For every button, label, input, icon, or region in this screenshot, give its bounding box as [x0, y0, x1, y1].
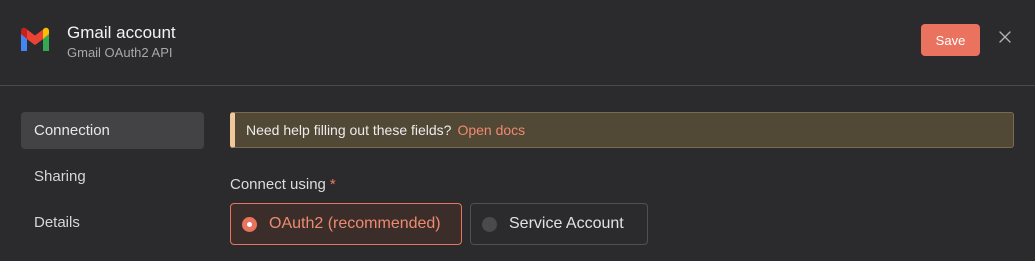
open-docs-link[interactable]: Open docs: [457, 122, 525, 138]
help-notice-text: Need help filling out these fields?: [246, 122, 452, 138]
credential-type: Gmail OAuth2 API: [67, 45, 173, 60]
save-button[interactable]: Save: [921, 24, 980, 56]
option-oauth2[interactable]: OAuth2 (recommended): [230, 203, 462, 245]
radio-selected-icon: [242, 216, 257, 232]
credential-title[interactable]: Gmail account: [67, 23, 176, 43]
close-icon: [999, 31, 1011, 43]
option-oauth2-label: OAuth2 (recommended): [269, 215, 441, 232]
sidebar-item-connection[interactable]: Connection: [21, 112, 204, 149]
close-button[interactable]: [996, 28, 1014, 46]
connect-using-label: Connect using *: [230, 176, 336, 193]
gmail-logo-icon: [21, 27, 49, 51]
sidebar-item-sharing[interactable]: Sharing: [21, 158, 204, 195]
radio-unselected-icon: [482, 216, 497, 232]
option-service-account-label: Service Account: [509, 215, 624, 232]
option-service-account[interactable]: Service Account: [470, 203, 648, 245]
required-marker: *: [329, 176, 336, 193]
modal-header: Gmail account Gmail OAuth2 API Save: [0, 0, 1035, 86]
sidebar-item-details[interactable]: Details: [21, 204, 204, 241]
help-notice: Need help filling out these fields? Open …: [230, 112, 1014, 148]
connect-using-text: Connect using: [230, 176, 326, 193]
